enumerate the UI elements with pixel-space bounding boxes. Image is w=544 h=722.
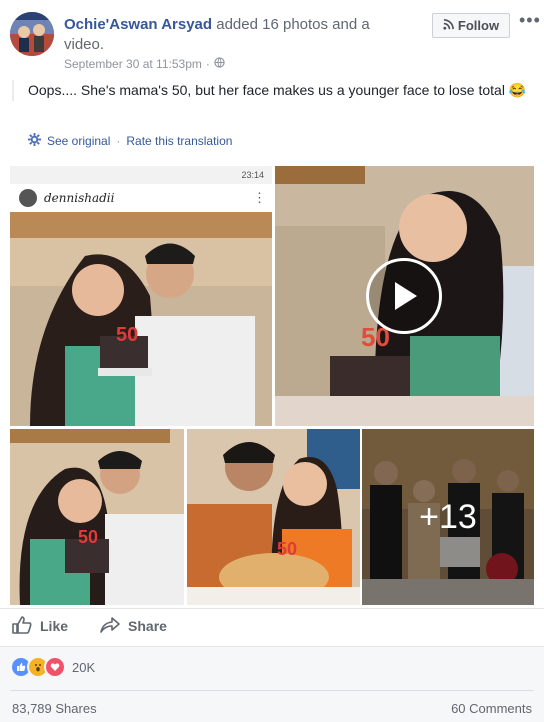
cake-number-3: 50 — [78, 527, 99, 547]
more-photos-count[interactable]: +13 — [362, 429, 534, 605]
cake-number-1: 50 — [116, 324, 139, 346]
photo-3[interactable]: 50 — [10, 429, 184, 605]
globe-icon — [214, 57, 225, 71]
shares-count[interactable]: 83,789 Shares — [12, 701, 97, 716]
photo-1[interactable]: 23:14 dennishadii ⋮ 50 — [10, 166, 272, 426]
like-label: Like — [40, 618, 69, 634]
translation-bar: See original · Rate this translation — [28, 133, 232, 149]
follow-label: Follow — [457, 18, 500, 33]
share-arrow-icon — [100, 616, 120, 637]
meta-separator: · — [205, 57, 210, 71]
reactions-summary[interactable]: 20K — [10, 656, 95, 678]
author-avatar[interactable] — [10, 12, 54, 56]
reaction-count: 20K — [72, 659, 96, 675]
share-label: Share — [128, 618, 167, 634]
comments-count[interactable]: 60 Comments — [451, 701, 532, 716]
post-header-text: Ochie'Aswan Arsyad added 16 photos and a… — [64, 15, 409, 55]
thumbs-up-icon — [12, 615, 32, 637]
rss-icon — [443, 18, 454, 33]
see-original-link[interactable]: See original — [47, 134, 110, 148]
follow-button[interactable]: Follow — [432, 13, 510, 38]
phone-username: dennishadii — [44, 191, 115, 205]
post-actions-bar: Like Share — [0, 608, 544, 643]
like-button[interactable]: Like — [12, 615, 69, 637]
footer-divider — [10, 690, 534, 691]
photo-4[interactable]: 50 — [187, 429, 360, 605]
post-meta: September 30 at 11:53pm · — [64, 57, 225, 71]
post-timestamp[interactable]: September 30 at 11:53pm — [64, 57, 202, 71]
rate-translation-link[interactable]: Rate this translation — [126, 134, 232, 148]
phone-more-icon: ⋮ — [253, 190, 266, 205]
play-icon[interactable] — [366, 258, 442, 334]
love-reaction-icon — [44, 656, 66, 678]
share-button[interactable]: Share — [100, 616, 167, 637]
gear-icon[interactable] — [28, 133, 41, 149]
more-options-icon[interactable]: ••• — [519, 10, 541, 31]
author-name[interactable]: Ochie'Aswan Arsyad — [64, 16, 212, 33]
cake-number-4: 50 — [277, 539, 298, 559]
translation-separator: · — [116, 134, 121, 148]
post-text: Oops.... She's mama's 50, but her face m… — [12, 80, 532, 101]
phone-status-time: 23:14 — [241, 170, 264, 180]
